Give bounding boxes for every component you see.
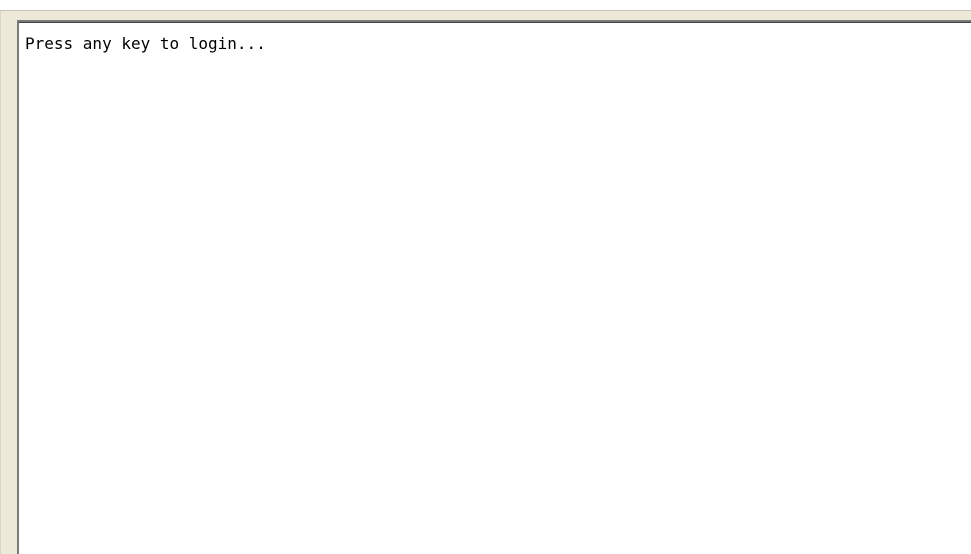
terminal-screen[interactable]: Press any key to login... — [17, 20, 971, 554]
terminal-window: Press any key to login... — [0, 0, 971, 554]
window-top-edge — [0, 0, 971, 11]
window-left-edge — [0, 11, 17, 554]
terminal-prompt-line: Press any key to login... — [25, 34, 266, 53]
